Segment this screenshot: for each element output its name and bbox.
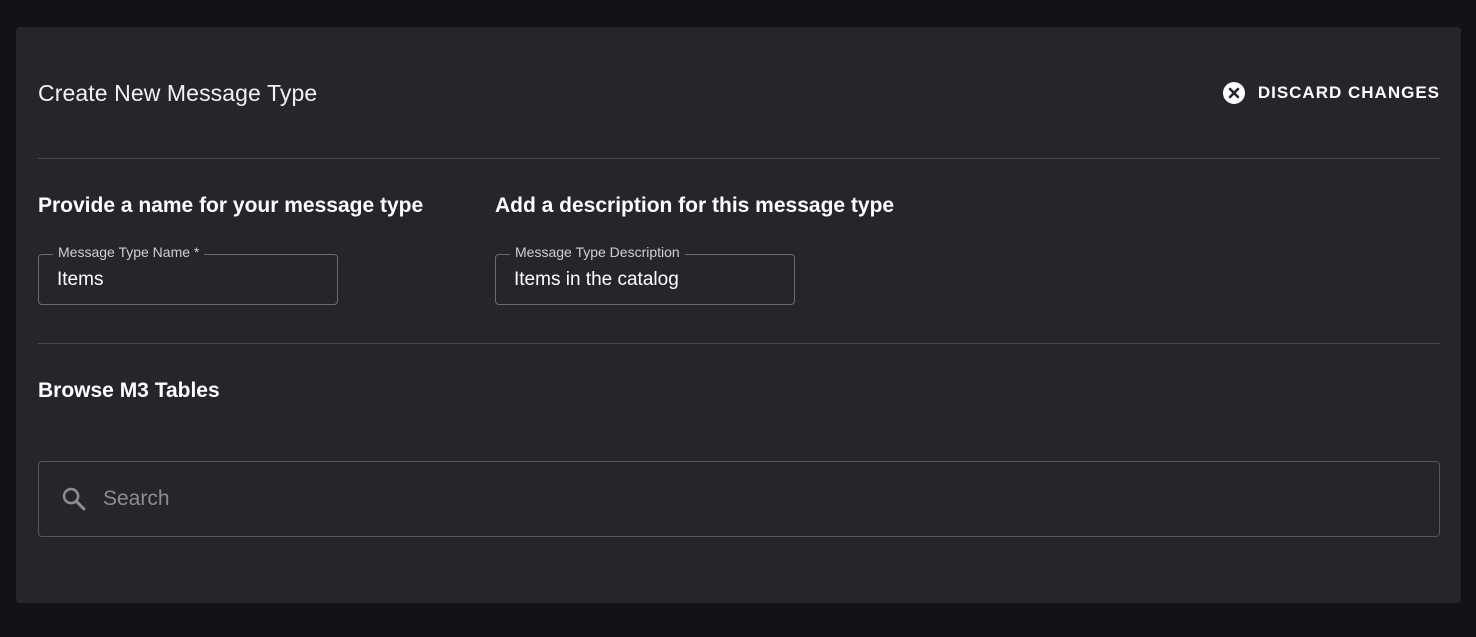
search-input[interactable] bbox=[101, 486, 1439, 512]
header-divider bbox=[38, 158, 1440, 159]
create-message-type-panel: Create New Message Type DISCARD CHANGES … bbox=[16, 27, 1461, 603]
browse-tables-heading: Browse M3 Tables bbox=[38, 379, 220, 402]
page-title: Create New Message Type bbox=[38, 79, 318, 106]
message-type-description-field[interactable]: Message Type Description Items in the ca… bbox=[495, 244, 795, 305]
search-box[interactable] bbox=[38, 461, 1440, 537]
search-icon bbox=[62, 487, 86, 511]
close-circle-icon bbox=[1222, 82, 1245, 104]
panel-header: Create New Message Type DISCARD CHANGES bbox=[38, 75, 1440, 111]
message-type-name-value[interactable]: Items bbox=[57, 269, 103, 291]
message-type-description-label: Message Type Description bbox=[510, 244, 685, 260]
description-section-heading: Add a description for this message type bbox=[495, 194, 895, 217]
message-type-name-label: Message Type Name * bbox=[53, 244, 205, 260]
discard-changes-label: DISCARD CHANGES bbox=[1257, 83, 1440, 102]
section-divider bbox=[38, 343, 1440, 344]
name-section-heading: Provide a name for your message type bbox=[38, 194, 424, 217]
discard-changes-button[interactable]: DISCARD CHANGES bbox=[1212, 77, 1450, 109]
message-type-description-value[interactable]: Items in the catalog bbox=[514, 269, 679, 291]
message-type-name-field[interactable]: Message Type Name * Items bbox=[38, 244, 338, 305]
